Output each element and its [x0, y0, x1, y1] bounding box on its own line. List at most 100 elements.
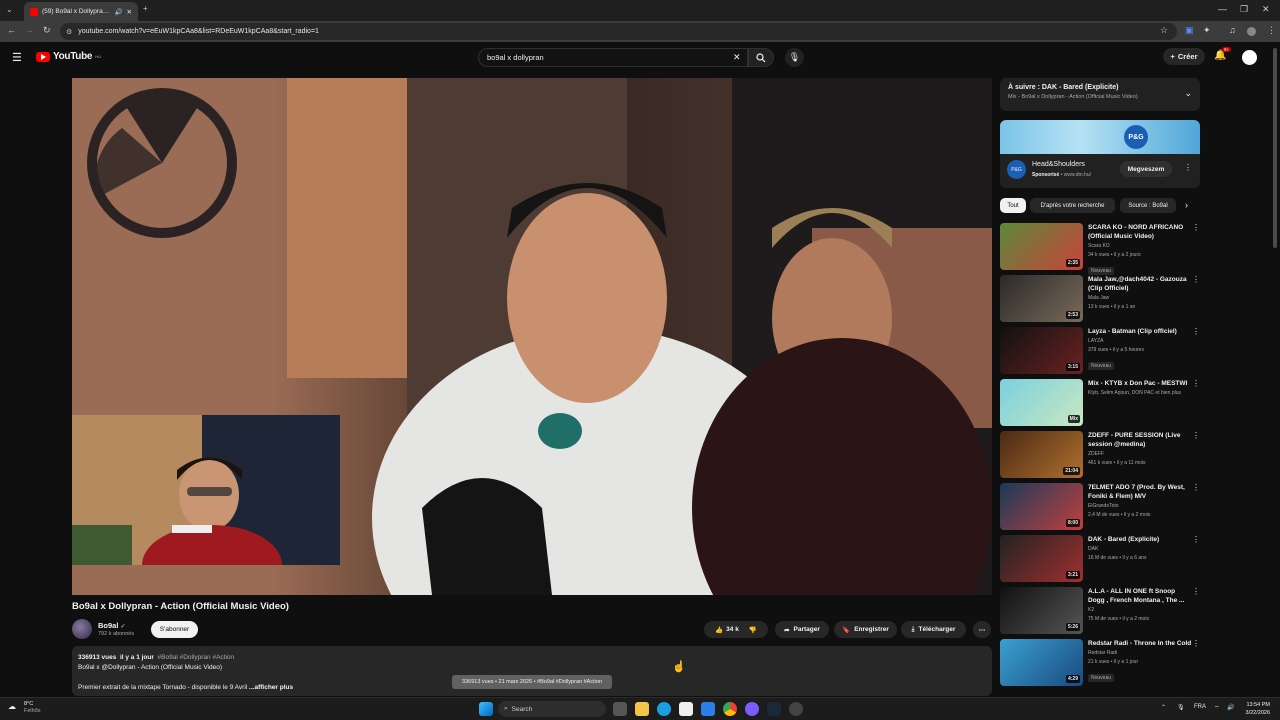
- menu-icon[interactable]: ⋮: [1267, 25, 1276, 36]
- close-window-icon[interactable]: ✕: [1262, 4, 1270, 15]
- video-thumbnail[interactable]: 3:21: [1000, 535, 1083, 582]
- save-button[interactable]: 🔖 Enregistrer: [834, 621, 897, 638]
- recommendation-channel[interactable]: K2: [1088, 606, 1192, 614]
- more-options-icon[interactable]: ⋮: [1192, 223, 1200, 232]
- volume-icon[interactable]: 🔊: [1227, 704, 1234, 711]
- ad-banner-image[interactable]: P&G: [1000, 120, 1200, 154]
- extensions-puzzle-icon[interactable]: ✦: [1203, 25, 1211, 36]
- browser-tab[interactable]: (59) Bo9al x Dollypran - Action 🔊 ✕: [24, 2, 138, 21]
- recommendation-item[interactable]: 3:21 DAK - Bared (Explicite) DAK 16 M de vu…: [1000, 535, 1200, 583]
- profile-avatar[interactable]: [1247, 27, 1256, 36]
- more-options-icon[interactable]: ⋮: [1192, 535, 1200, 544]
- ad-cta-button[interactable]: Megveszem: [1120, 161, 1172, 177]
- subscribe-button[interactable]: S'abonner: [151, 621, 198, 638]
- task-view-icon[interactable]: [613, 702, 627, 716]
- video-thumbnail[interactable]: 3:15: [1000, 327, 1083, 374]
- recommendation-channel[interactable]: ElGrandeToto: [1088, 502, 1192, 510]
- chevron-down-icon[interactable]: ⌄: [1184, 88, 1192, 99]
- account-avatar[interactable]: [1242, 50, 1257, 65]
- clock[interactable]: 13:54 PM 3/22/2026: [1238, 701, 1270, 717]
- recommendation-title[interactable]: DAK - Bared (Explicite): [1088, 535, 1192, 544]
- bookmark-star-icon[interactable]: ☆: [1160, 25, 1168, 36]
- ad-menu-icon[interactable]: ⋮: [1184, 163, 1192, 172]
- voice-search-button[interactable]: 🎙: [785, 48, 804, 67]
- search-input[interactable]: bo9al x dollypran: [478, 48, 748, 67]
- file-explorer-icon[interactable]: [635, 702, 649, 716]
- recommendation-channel[interactable]: Ktyb, Selim Arjoun, DON PAC et bien plus: [1088, 389, 1192, 397]
- media-icon[interactable]: ♫: [1229, 25, 1236, 35]
- restore-icon[interactable]: ❐: [1240, 4, 1248, 15]
- extension-icon[interactable]: ▣: [1185, 25, 1194, 36]
- chip-scroll-right-icon[interactable]: ›: [1185, 200, 1188, 210]
- tray-mic-icon[interactable]: 🎙: [1177, 704, 1185, 711]
- mail-icon[interactable]: [701, 702, 715, 716]
- recommendation-item[interactable]: Mix Mix - KTYB x Don Pac - MESTWI Ktyb, Se…: [1000, 379, 1200, 427]
- tab-close-icon[interactable]: ✕: [127, 8, 132, 16]
- recommendation-title[interactable]: ZDEFF - PURE SESSION (Live session @medi…: [1088, 431, 1192, 449]
- video-thumbnail[interactable]: 4:29: [1000, 639, 1083, 686]
- recommendation-channel[interactable]: Mala Jaw: [1088, 294, 1192, 302]
- wifi-icon[interactable]: ⌔: [1214, 704, 1220, 712]
- video-thumbnail[interactable]: 21:04: [1000, 431, 1083, 478]
- recommendation-title[interactable]: SCARA KO - NORD AFRICANO (Official Music…: [1088, 223, 1192, 241]
- video-thumbnail[interactable]: 8:00: [1000, 483, 1083, 530]
- windows-start-icon[interactable]: [479, 702, 493, 716]
- chip-all[interactable]: Tout: [1000, 198, 1026, 213]
- more-actions-button[interactable]: ⋯: [973, 621, 991, 638]
- back-icon[interactable]: ←: [7, 25, 16, 35]
- recommendation-item[interactable]: 8:00 7ELMET ADO 7 (Prod. By West, Foniki …: [1000, 483, 1200, 531]
- recommendation-channel[interactable]: Redstar Radi: [1088, 649, 1192, 657]
- tab-audio-icon[interactable]: 🔊: [114, 8, 122, 16]
- recommendation-item[interactable]: 21:04 ZDEFF - PURE SESSION (Live session …: [1000, 431, 1200, 479]
- page-scrollbar[interactable]: [1273, 48, 1277, 248]
- share-button[interactable]: ➦ Partager: [775, 621, 829, 638]
- reload-icon[interactable]: ↻: [43, 25, 51, 36]
- recommendation-title[interactable]: A.L.A - ALL IN ONE ft Snoop Dogg , Frenc…: [1088, 587, 1192, 605]
- recommendation-channel[interactable]: DAK: [1088, 545, 1192, 553]
- chip-source-channel[interactable]: Source : Bo9al: [1120, 198, 1176, 213]
- video-thumbnail[interactable]: 2:53: [1000, 275, 1083, 322]
- recommendation-title[interactable]: Layza - Batman (Clip officiel): [1088, 327, 1192, 336]
- more-options-icon[interactable]: ⋮: [1192, 275, 1200, 284]
- edge-icon[interactable]: [657, 702, 671, 716]
- search-button[interactable]: [748, 48, 774, 67]
- store-icon[interactable]: [679, 702, 693, 716]
- chrome-icon[interactable]: [723, 702, 737, 716]
- video-player[interactable]: [72, 78, 992, 595]
- clear-search-icon[interactable]: ✕: [733, 52, 741, 63]
- app-icon[interactable]: [745, 702, 759, 716]
- obs-icon[interactable]: [789, 702, 803, 716]
- show-more-link[interactable]: ...afficher plus: [249, 684, 293, 691]
- recommendation-title[interactable]: Mala Jaw,@dach4042 - Gazouza (Clip Offic…: [1088, 275, 1192, 293]
- more-options-icon[interactable]: ⋮: [1192, 483, 1200, 492]
- more-options-icon[interactable]: ⋮: [1192, 327, 1200, 336]
- minimize-icon[interactable]: —: [1218, 4, 1227, 14]
- new-tab-button[interactable]: +: [143, 4, 148, 13]
- more-options-icon[interactable]: ⋮: [1192, 587, 1200, 596]
- steam-icon[interactable]: [767, 702, 781, 716]
- recommendation-title[interactable]: 7ELMET ADO 7 (Prod. By West, Foniki & Fl…: [1088, 483, 1192, 501]
- dislike-button[interactable]: 👎: [749, 626, 757, 634]
- recommendation-channel[interactable]: Scara KO: [1088, 242, 1192, 250]
- channel-name[interactable]: Bo9al ✓: [98, 621, 134, 630]
- like-button[interactable]: 👍 34 k: [715, 626, 739, 634]
- recommendation-item[interactable]: 2:53 Mala Jaw,@dach4042 - Gazouza (Clip O…: [1000, 275, 1200, 323]
- tray-chevron-icon[interactable]: ⌃: [1161, 704, 1166, 711]
- video-thumbnail[interactable]: 5:26: [1000, 587, 1083, 634]
- hashtags[interactable]: #Bo9al #Dollypran #Action: [158, 654, 235, 661]
- recommendation-channel[interactable]: ZDEFF: [1088, 450, 1192, 458]
- recommendation-channel[interactable]: LAYZA: [1088, 337, 1192, 345]
- recommendation-title[interactable]: Mix - KTYB x Don Pac - MESTWI: [1088, 379, 1192, 388]
- more-options-icon[interactable]: ⋮: [1192, 639, 1200, 648]
- language-indicator[interactable]: FRA: [1194, 704, 1206, 710]
- download-button[interactable]: ⤓ Télécharger: [901, 621, 966, 638]
- more-options-icon[interactable]: ⋮: [1192, 379, 1200, 388]
- more-options-icon[interactable]: ⋮: [1192, 431, 1200, 440]
- recommendation-item[interactable]: 5:26 A.L.A - ALL IN ONE ft Snoop Dogg , F…: [1000, 587, 1200, 635]
- site-info-icon[interactable]: ⚙: [66, 28, 72, 36]
- taskbar-search[interactable]: ⌕ Search: [498, 701, 606, 717]
- weather-widget[interactable]: 8°C Felhős: [24, 701, 41, 715]
- video-thumbnail[interactable]: 2:35: [1000, 223, 1083, 270]
- address-bar[interactable]: ⚙ youtube.com/watch?v=eEuW1kpCAa8&list=R…: [60, 23, 1177, 40]
- video-thumbnail[interactable]: Mix: [1000, 379, 1083, 426]
